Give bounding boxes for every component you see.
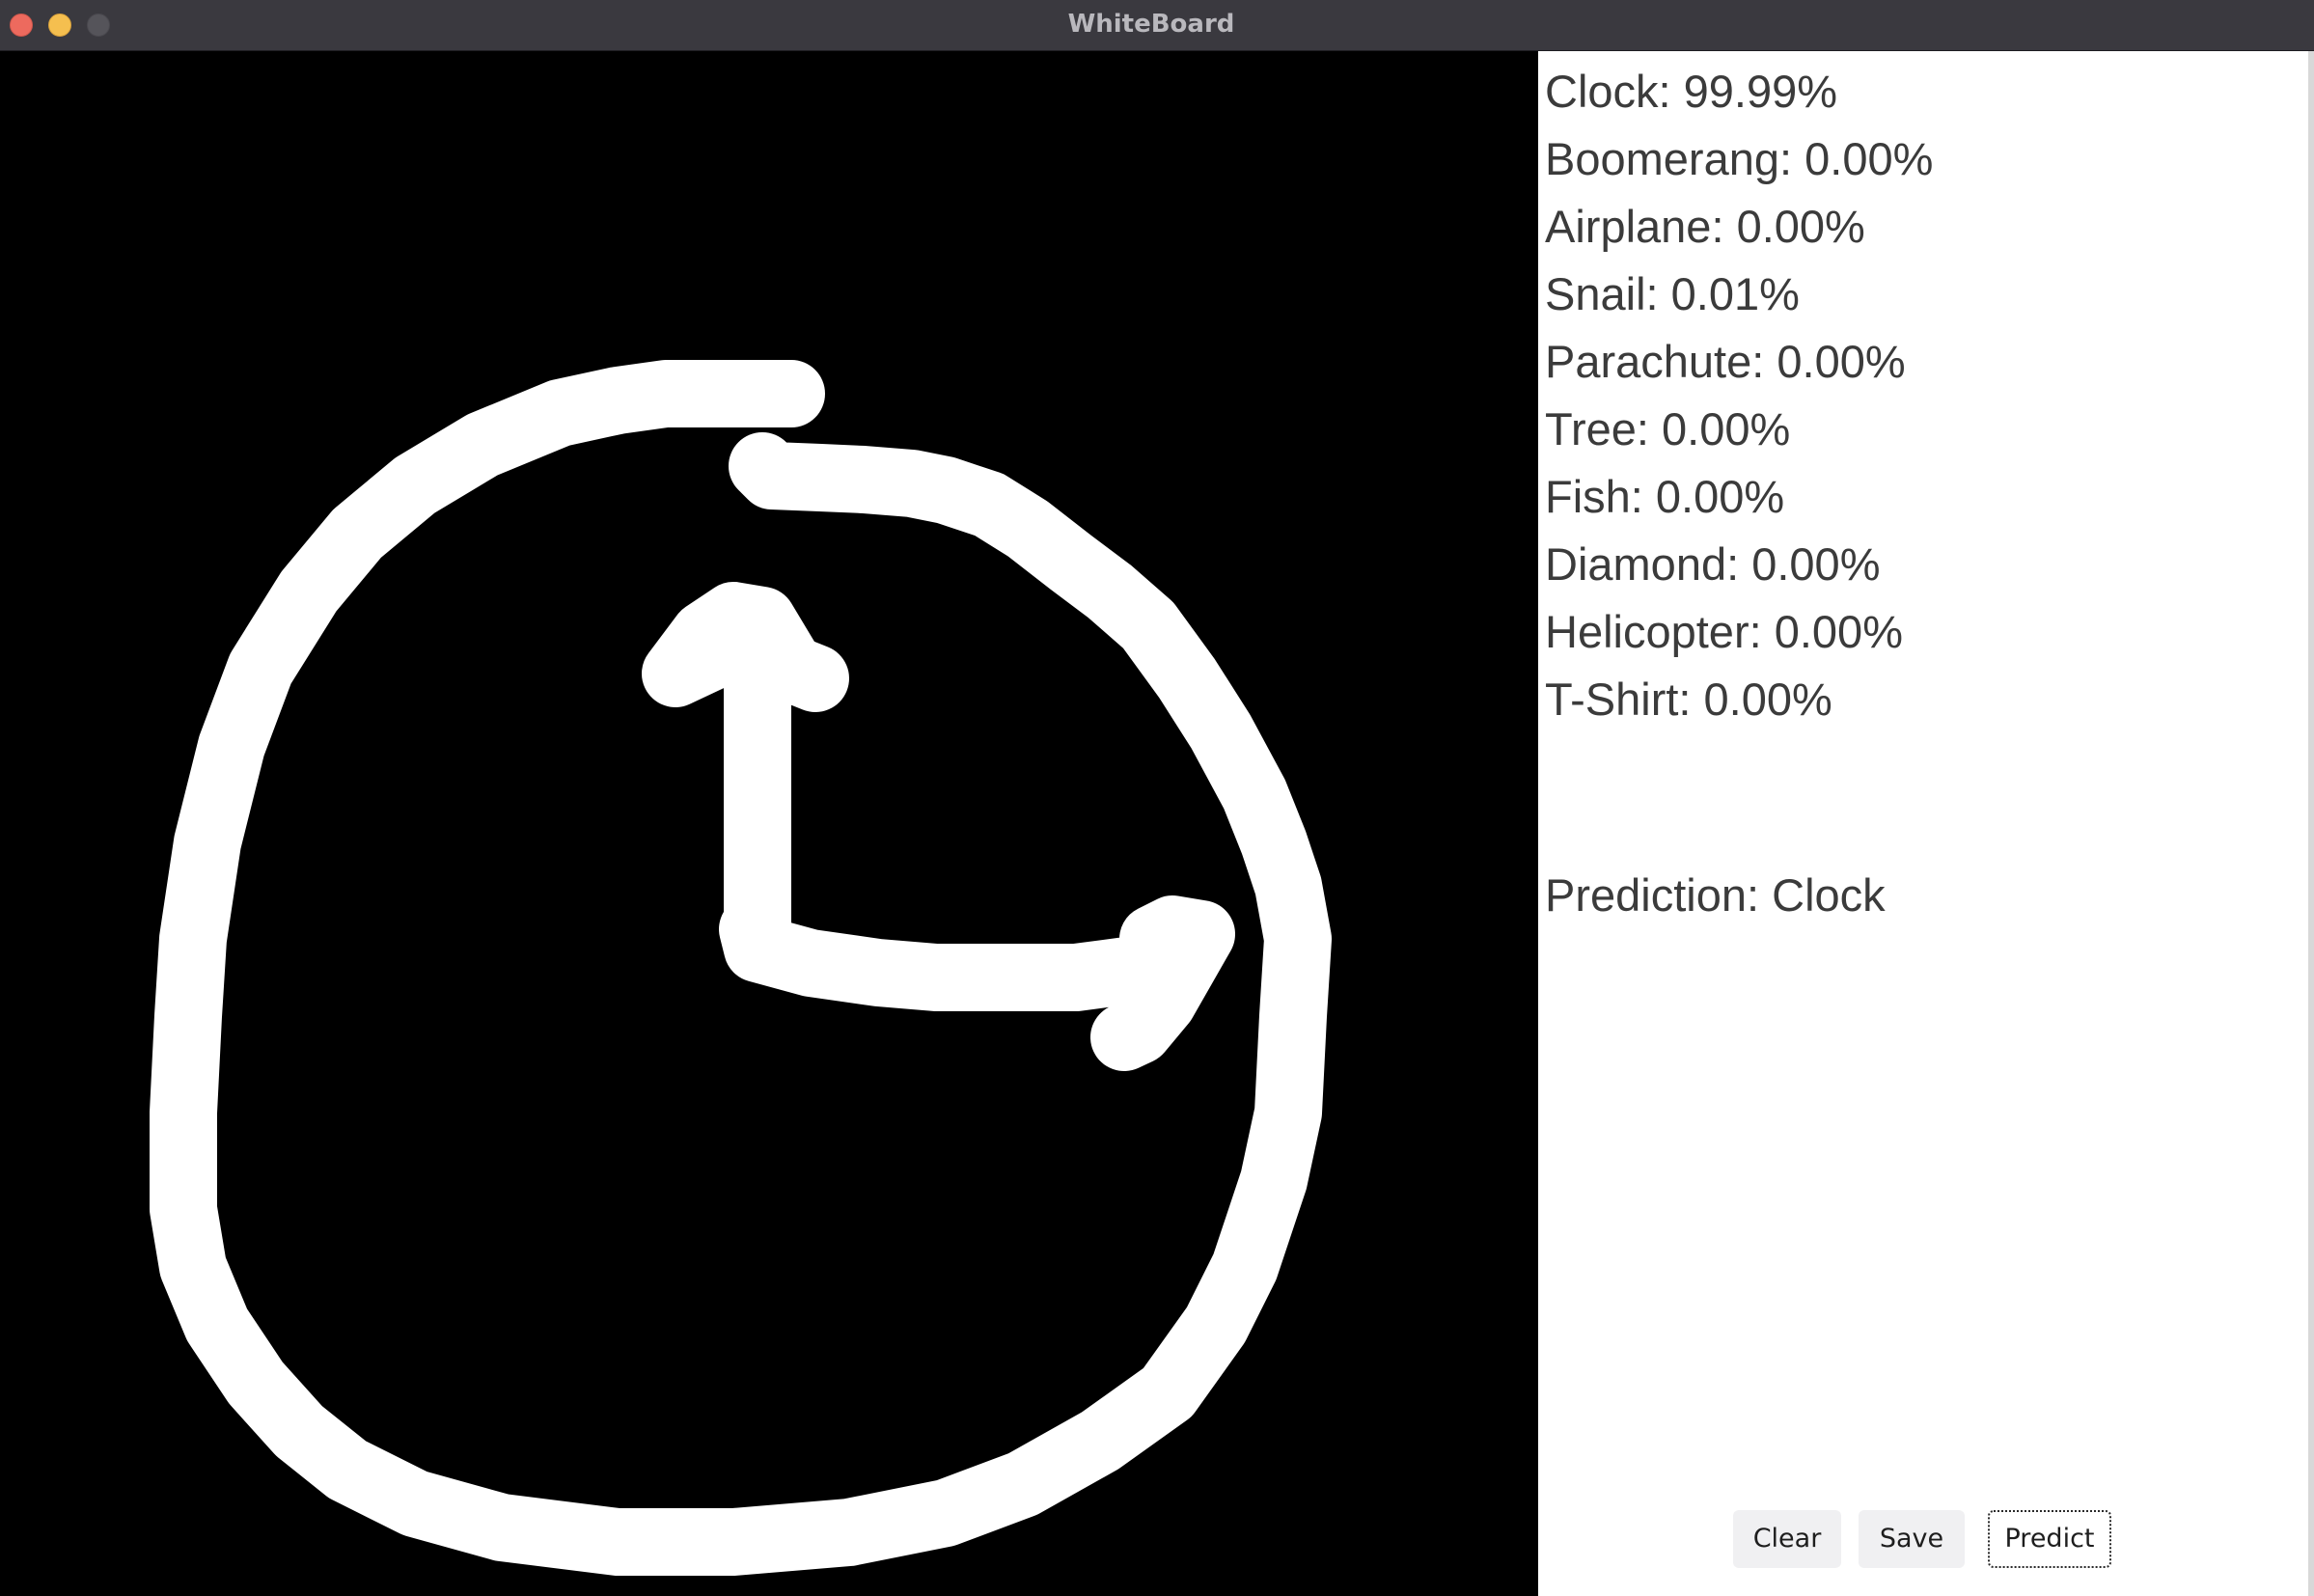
predict-button[interactable]: Predict [1988, 1510, 2111, 1568]
app-window: WhiteBoard Clock: 99.99% Boomerang: 0.00… [0, 0, 2314, 1596]
probability-row: Tree: 0.00% [1545, 403, 1791, 454]
class-label: Parachute [1545, 336, 1752, 387]
drawing-canvas[interactable] [0, 51, 1538, 1596]
class-probability: 0.00% [1751, 538, 1881, 590]
class-label: Tree [1545, 403, 1637, 454]
probability-row: Snail: 0.01% [1545, 268, 1800, 319]
probability-row: Helicopter: 0.00% [1545, 606, 1903, 657]
prediction-label: Prediction [1545, 869, 1747, 921]
probability-row: Diamond: 0.00% [1545, 538, 1881, 590]
probability-row: T-Shirt: 0.00% [1545, 674, 1832, 725]
probability-row: Fish: 0.00% [1545, 471, 1785, 522]
hour-hand-stroke [642, 582, 849, 963]
clear-button[interactable]: Clear [1733, 1510, 1841, 1568]
class-label: T-Shirt [1545, 674, 1679, 725]
prediction-value: Clock [1772, 869, 1886, 921]
title-bar: WhiteBoard [0, 0, 2314, 51]
probability-row: Airplane: 0.00% [1545, 201, 1865, 252]
class-probability: 0.00% [1655, 471, 1785, 522]
prediction-result: Prediction: Clock [1545, 869, 1886, 921]
minute-hand-stroke [719, 895, 1235, 1071]
class-probability: 0.00% [1774, 606, 1903, 657]
window-edge [2308, 51, 2314, 1596]
class-label: Snail [1545, 268, 1646, 319]
probability-row: Boomerang: 0.00% [1545, 133, 1934, 184]
class-label: Airplane [1545, 201, 1712, 252]
class-probability: 0.00% [1662, 403, 1791, 454]
class-label: Helicopter [1545, 606, 1749, 657]
class-label: Diamond [1545, 538, 1727, 590]
probability-row: Parachute: 0.00% [1545, 336, 1906, 387]
class-probability: 0.00% [1777, 336, 1906, 387]
results-panel: Clock: 99.99% Boomerang: 0.00% Airplane:… [1538, 51, 2308, 1596]
class-label: Fish [1545, 471, 1631, 522]
drawing-strokes [150, 360, 1332, 1576]
class-label: Boomerang [1545, 133, 1779, 184]
class-label: Clock [1545, 66, 1659, 117]
class-probability: 0.00% [1703, 674, 1832, 725]
class-probability: 99.99% [1683, 66, 1838, 117]
probability-row: Clock: 99.99% [1545, 66, 1838, 117]
class-probability: 0.01% [1670, 268, 1800, 319]
class-probability: 0.00% [1804, 133, 1934, 184]
class-probability: 0.00% [1736, 201, 1865, 252]
window-title: WhiteBoard [1067, 10, 1235, 39]
save-button[interactable]: Save [1859, 1510, 1965, 1568]
probability-list: Clock: 99.99% Boomerang: 0.00% Airplane:… [1545, 58, 1933, 733]
